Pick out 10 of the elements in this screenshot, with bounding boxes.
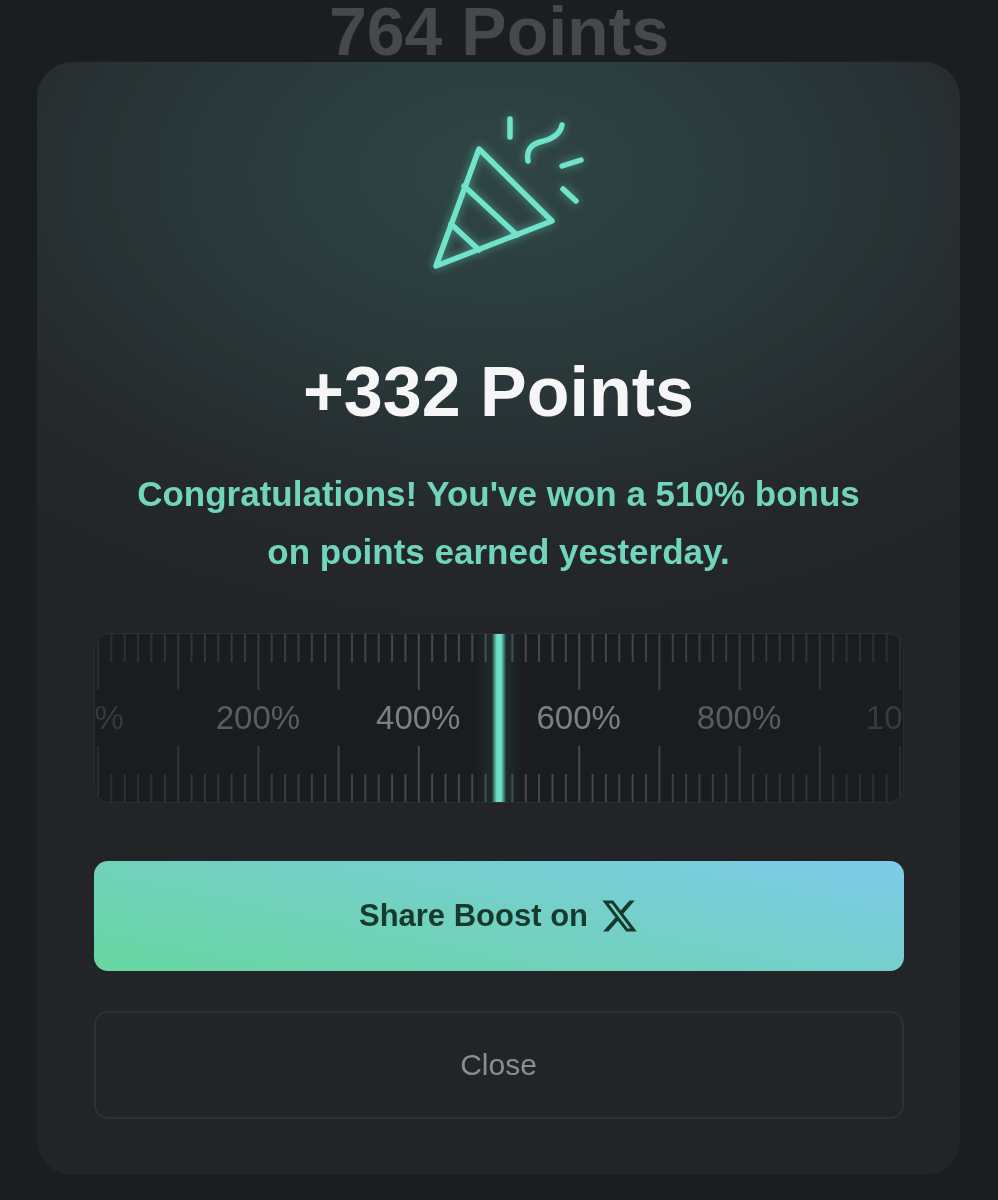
scale-label: % bbox=[94, 698, 124, 738]
scale-label: 200% bbox=[215, 698, 301, 738]
scale-label: 800% bbox=[696, 698, 782, 738]
share-button[interactable]: Share Boost on bbox=[93, 861, 904, 971]
points-title: +332 Points bbox=[303, 354, 694, 430]
scale-label: 400% bbox=[376, 698, 461, 738]
bonus-message: Congratulations! You've won a 510% bonus on points earned yesterday. bbox=[136, 473, 861, 573]
scale-label: 600% bbox=[536, 698, 621, 738]
x-logo-icon bbox=[602, 900, 639, 932]
close-button[interactable]: Close bbox=[93, 1011, 904, 1119]
